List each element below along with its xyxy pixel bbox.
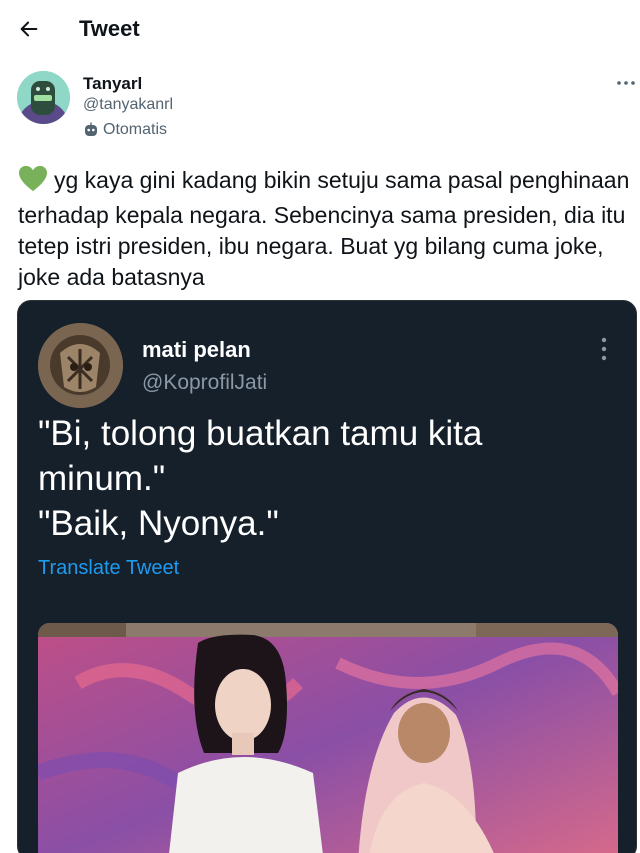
more-horizontal-icon xyxy=(617,81,635,85)
automated-label: Otomatis xyxy=(103,121,168,138)
green-heart-icon xyxy=(18,165,48,200)
quoted-photo[interactable] xyxy=(38,623,618,853)
quoted-more-button[interactable] xyxy=(596,336,612,362)
quoted-tweet-text: "Bi, tolong buatkan tamu kita minum." "B… xyxy=(38,411,618,546)
back-button[interactable] xyxy=(14,14,44,44)
avatar[interactable] xyxy=(17,71,70,124)
quoted-avatar[interactable] xyxy=(38,323,123,408)
robot-icon xyxy=(85,122,97,136)
quoted-line: "Bi, tolong buatkan tamu kita xyxy=(38,414,483,453)
arrow-left-icon xyxy=(20,21,38,37)
tweet-body: yg kaya gini kadang bikin setuju sama pa… xyxy=(18,165,634,293)
top-bar: Tweet xyxy=(0,0,640,58)
quoted-line: minum." xyxy=(38,459,166,498)
translate-tweet-link[interactable]: Translate Tweet xyxy=(38,557,179,580)
quoted-author-handle[interactable]: @KoprofilJati xyxy=(142,371,267,395)
page-title: Tweet xyxy=(79,16,140,41)
more-options-button[interactable] xyxy=(616,76,636,90)
quoted-author-name[interactable]: mati pelan xyxy=(142,337,251,363)
author-handle[interactable]: @tanyakanrl xyxy=(83,96,173,114)
more-vertical-icon xyxy=(601,337,607,361)
tweet-text: yg kaya gini kadang bikin setuju sama pa… xyxy=(18,167,630,290)
author-name[interactable]: Tanyarl xyxy=(83,74,142,94)
quoted-tweet[interactable]: mati pelan @KoprofilJati "Bi, tolong bua… xyxy=(17,300,637,853)
quoted-line: "Baik, Nyonya." xyxy=(38,504,279,543)
automated-badge[interactable]: Otomatis xyxy=(83,121,167,139)
